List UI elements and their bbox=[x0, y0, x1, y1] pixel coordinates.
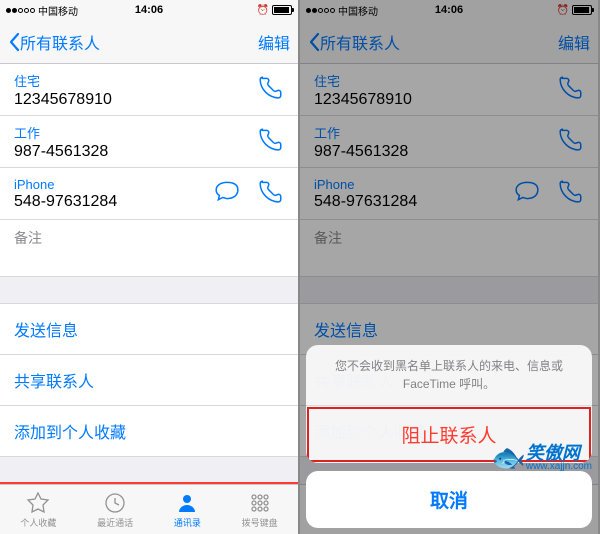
add-favorite-button[interactable]: 添加到个人收藏 bbox=[0, 405, 298, 457]
status-bar: 中国移动 14:06 ⏰ bbox=[0, 0, 298, 20]
tab-keypad[interactable]: 拨号键盘 bbox=[242, 491, 278, 529]
tab-label: 通讯录 bbox=[174, 516, 201, 529]
back-label: 所有联系人 bbox=[320, 30, 400, 54]
table-row[interactable]: 住宅 12345678910 bbox=[300, 64, 598, 116]
row-value: 987-4561328 bbox=[14, 143, 108, 161]
row-label: 住宅 bbox=[314, 71, 412, 90]
edit-button[interactable]: 编辑 bbox=[258, 30, 290, 54]
notes-field[interactable]: 备注 bbox=[300, 220, 598, 277]
phone-icon[interactable] bbox=[258, 178, 284, 209]
phone-left: 中国移动 14:06 ⏰ 所有联系人 编辑 住宅 12345678910 bbox=[0, 0, 298, 534]
chevron-left-icon bbox=[308, 32, 320, 52]
tab-recents[interactable]: 最近通话 bbox=[97, 491, 133, 529]
watermark-text: 笑傲网 bbox=[526, 444, 592, 462]
contact-numbers: 住宅 12345678910 工作 987-4561328 iPhone 548… bbox=[300, 64, 598, 220]
tab-contacts[interactable]: 通讯录 bbox=[174, 491, 201, 529]
row-label: iPhone bbox=[314, 177, 417, 192]
carrier: 中国移动 bbox=[338, 3, 378, 18]
fish-icon: 🐟 bbox=[491, 441, 526, 474]
tab-favorites[interactable]: 个人收藏 bbox=[20, 491, 56, 529]
message-icon[interactable] bbox=[514, 178, 540, 209]
table-row[interactable]: 住宅 12345678910 bbox=[0, 64, 298, 116]
row-label: 住宅 bbox=[14, 71, 112, 90]
phone-icon[interactable] bbox=[558, 126, 584, 157]
contact-icon bbox=[175, 491, 199, 515]
alarm-icon: ⏰ bbox=[257, 5, 269, 16]
alarm-icon: ⏰ bbox=[557, 5, 569, 16]
row-value: 987-4561328 bbox=[314, 143, 408, 161]
carrier: 中国移动 bbox=[38, 3, 78, 18]
row-label: 工作 bbox=[314, 123, 408, 142]
status-time: 14:06 bbox=[135, 4, 163, 16]
table-row[interactable]: 工作 987-4561328 bbox=[300, 116, 598, 168]
phone-icon[interactable] bbox=[258, 126, 284, 157]
back-button[interactable]: 所有联系人 bbox=[8, 30, 100, 54]
table-row[interactable]: 工作 987-4561328 bbox=[0, 116, 298, 168]
row-value: 12345678910 bbox=[314, 91, 412, 109]
status-bar: 中国移动 14:06 ⏰ bbox=[300, 0, 598, 20]
sheet-message: 您不会收到黑名单上联系人的来电、信息或 FaceTime 呼叫。 bbox=[306, 345, 592, 406]
phone-icon[interactable] bbox=[258, 74, 284, 105]
row-value: 548-97631284 bbox=[14, 193, 117, 211]
watermark-url: www.xajjn.com bbox=[526, 462, 592, 472]
table-row[interactable]: iPhone 548-97631284 bbox=[0, 168, 298, 220]
send-message-button[interactable]: 发送信息 bbox=[0, 303, 298, 355]
star-icon bbox=[26, 491, 50, 515]
tab-label: 个人收藏 bbox=[20, 516, 56, 529]
row-label: iPhone bbox=[14, 177, 117, 192]
contact-numbers: 住宅 12345678910 工作 987-4561328 iPhone 548… bbox=[0, 64, 298, 220]
clock-icon bbox=[103, 491, 127, 515]
battery-icon bbox=[272, 5, 292, 15]
tab-label: 最近通话 bbox=[97, 516, 133, 529]
row-value: 12345678910 bbox=[14, 91, 112, 109]
row-value: 548-97631284 bbox=[314, 193, 417, 211]
watermark: 🐟 笑傲网 www.xajjn.com bbox=[491, 441, 592, 474]
chevron-left-icon bbox=[8, 32, 20, 52]
phone-icon[interactable] bbox=[558, 74, 584, 105]
table-row[interactable]: iPhone 548-97631284 bbox=[300, 168, 598, 220]
back-button[interactable]: 所有联系人 bbox=[308, 30, 400, 54]
battery-icon bbox=[572, 5, 592, 15]
back-label: 所有联系人 bbox=[20, 30, 100, 54]
notes-field[interactable]: 备注 bbox=[0, 220, 298, 277]
nav-bar: 所有联系人 编辑 bbox=[300, 20, 598, 64]
status-time: 14:06 bbox=[435, 4, 463, 16]
keypad-icon bbox=[248, 491, 272, 515]
tab-label: 拨号键盘 bbox=[242, 516, 278, 529]
phone-icon[interactable] bbox=[558, 178, 584, 209]
edit-button[interactable]: 编辑 bbox=[558, 30, 590, 54]
tab-bar: 个人收藏 最近通话 通讯录 拨号键盘 bbox=[0, 484, 298, 534]
share-contact-button[interactable]: 共享联系人 bbox=[0, 354, 298, 406]
cancel-button[interactable]: 取消 bbox=[306, 471, 592, 528]
row-label: 工作 bbox=[14, 123, 108, 142]
message-icon[interactable] bbox=[214, 178, 240, 209]
action-sheet: 您不会收到黑名单上联系人的来电、信息或 FaceTime 呼叫。 阻止联系人 取… bbox=[306, 345, 592, 528]
nav-bar: 所有联系人 编辑 bbox=[0, 20, 298, 64]
